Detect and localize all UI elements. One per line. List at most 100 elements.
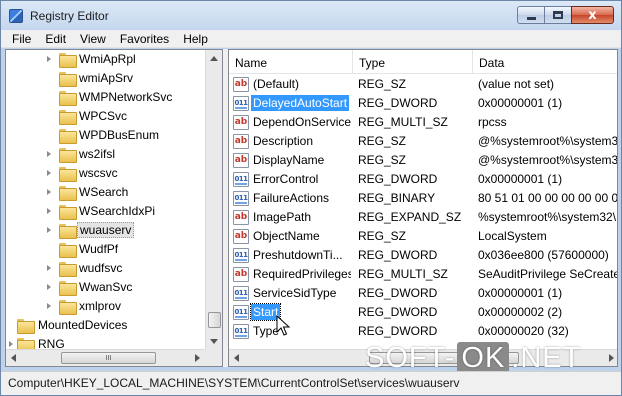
scroll-right-icon[interactable] [195,354,200,362]
tree-item[interactable]: wmiApSrv [6,69,206,88]
tree-horizontal-scrollbar[interactable]: III [6,349,205,366]
value-type: REG_DWORD [358,172,438,186]
menu-edit[interactable]: Edit [38,30,73,47]
value-row[interactable]: ab (Default) REG_SZ (value not set) [229,75,617,94]
title-bar[interactable]: Registry Editor x [1,1,621,30]
mouse-cursor-icon [276,315,290,336]
folder-icon [59,129,77,144]
value-row[interactable]: 011 DelayedAutoStart REG_DWORD 0x00000001 (… [229,94,617,113]
close-button[interactable]: x [571,6,614,24]
value-type: REG_DWORD [358,324,438,338]
binary-value-icon: 011 [233,191,249,206]
folder-icon [59,300,77,315]
tree-horizontal-scroll-thumb[interactable]: III [61,352,156,364]
expand-arrow-icon[interactable] [47,208,51,214]
values-horizontal-scroll-thumb[interactable] [369,352,519,364]
tree-item-label: WSearchIdxPi [79,204,156,218]
scroll-right-icon[interactable] [609,354,614,362]
expand-arrow-icon[interactable] [47,265,51,271]
tree-item[interactable]: WmiApRpl [6,50,206,69]
value-row[interactable]: 011 FailureActions REG_BINARY 80 51 01 00 0… [229,189,617,208]
tree-item-label: xmlprov [79,299,122,313]
value-row[interactable]: ab DependOnService REG_MULTI_SZ rpcss [229,113,617,132]
tree-vertical-scroll-thumb[interactable] [208,312,221,328]
folder-icon [59,224,77,239]
registry-editor-icon[interactable] [9,9,23,23]
tree-scroll-corner [205,349,222,366]
tree-item[interactable]: WSearch [6,183,206,202]
value-type: REG_MULTI_SZ [358,115,448,129]
scroll-left-icon[interactable] [234,354,239,362]
values-horizontal-scrollbar[interactable] [229,349,617,366]
maximize-button[interactable] [544,6,571,24]
menu-favorites[interactable]: Favorites [113,30,176,47]
value-row[interactable]: ab DisplayName REG_SZ @%systemroot%\system3 [229,151,617,170]
value-row[interactable]: ab RequiredPrivileges REG_MULTI_SZ SeAuditP… [229,265,617,284]
status-bar-path: Computer\HKEY_LOCAL_MACHINE\SYSTEM\Curre… [1,371,621,395]
value-type: REG_SZ [358,153,407,167]
expand-arrow-icon[interactable] [47,170,51,176]
binary-value-icon: 011 [233,286,249,301]
string-value-icon: ab [233,115,249,130]
binary-value-icon: 011 [233,305,249,320]
value-type: REG_SZ [358,134,407,148]
expand-arrow-icon[interactable] [47,227,51,233]
binary-value-icon: 011 [233,248,249,263]
tree-item[interactable]: WPCSvc [6,107,206,126]
tree-item-label: wudfsvc [79,261,123,275]
tree-item[interactable]: wuauserv [6,221,206,240]
key-tree-pane[interactable]: WmiApRpl wmiApSrv WMPNetworkSvc WPCSvc WPDBu… [5,49,223,367]
value-type: REG_DWORD [358,286,438,300]
tree-item-label: wscsvc [79,166,118,180]
tree-item[interactable]: WudfPf [6,240,206,259]
menu-help[interactable]: Help [176,30,215,47]
tree-item[interactable]: xmlprov [6,297,206,316]
folder-icon [59,110,77,125]
value-row[interactable]: ab ObjectName REG_SZ LocalSystem [229,227,617,246]
value-name: DelayedAutoStart [251,95,350,111]
column-header-name[interactable]: Name [229,50,353,74]
expand-arrow-icon[interactable] [47,284,51,290]
column-header-type[interactable]: Type [353,50,473,74]
tree-item[interactable]: wudfsvc [6,259,206,278]
expand-arrow-icon[interactable] [47,189,51,195]
value-data: LocalSystem [478,229,547,243]
tree-item[interactable]: ws2ifsl [6,145,206,164]
expand-arrow-icon[interactable] [47,303,51,309]
value-name: RequiredPrivileges [253,267,351,281]
tree-item[interactable]: WMPNetworkSvc [6,88,206,107]
menu-file[interactable]: File [5,30,38,47]
tree-scroll-down-button[interactable] [206,333,222,350]
tree-item[interactable]: wscsvc [6,164,206,183]
value-row[interactable]: 011 PreshutdownTi... REG_DWORD 0x036ee800 (… [229,246,617,265]
tree-item[interactable]: WSearchIdxPi [6,202,206,221]
value-type: REG_MULTI_SZ [358,267,448,281]
value-row[interactable]: 011 ErrorControl REG_DWORD 0x00000001 (1) [229,170,617,189]
expand-arrow-icon[interactable] [47,151,51,157]
value-row[interactable]: 011 ServiceSidType REG_DWORD 0x00000001 (1) [229,284,617,303]
tree-item[interactable]: MountedDevices [6,316,206,335]
value-row[interactable]: ab ImagePath REG_EXPAND_SZ %systemroot%\sys… [229,208,617,227]
folder-icon [59,281,77,296]
tree-item[interactable]: WPDBusEnum [6,126,206,145]
tree-item-label: WudfPf [79,242,119,256]
column-header-data[interactable]: Data [473,50,617,74]
value-type: REG_EXPAND_SZ [358,210,462,224]
tree-item-label: WSearch [79,185,129,199]
expand-arrow-icon[interactable] [9,341,13,347]
value-type: REG_SZ [358,77,407,91]
tree-scroll-up-button[interactable] [206,50,222,67]
scroll-left-icon[interactable] [11,354,16,362]
menu-view[interactable]: View [73,30,113,47]
maximize-icon [553,11,563,19]
value-row[interactable]: ab Description REG_SZ @%systemroot%\system3 [229,132,617,151]
tree-item-label: MountedDevices [38,318,128,332]
key-tree: WmiApRpl wmiApSrv WMPNetworkSvc WPCSvc WPDBu… [6,50,206,366]
tree-item-label: WmiApRpl [79,52,136,66]
expand-arrow-icon[interactable] [47,56,51,62]
value-data: %systemroot%\system32\ [478,210,617,224]
tree-vertical-scrollbar[interactable] [205,50,222,350]
minimize-button[interactable] [517,6,544,24]
scroll-up-icon [210,56,218,61]
tree-item[interactable]: WwanSvc [6,278,206,297]
